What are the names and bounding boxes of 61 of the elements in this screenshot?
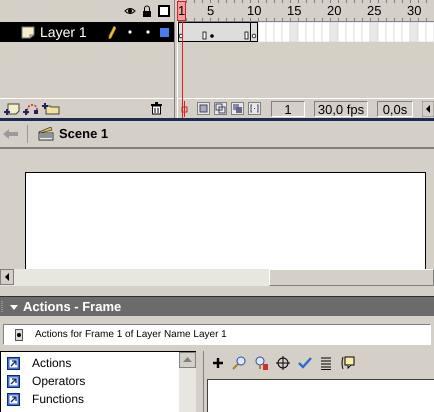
outline-color-icon[interactable] <box>160 28 169 36</box>
frame-number: 10 <box>247 3 262 18</box>
pencil-icon <box>108 26 116 38</box>
elapsed-time-field: 0,0s <box>377 100 413 116</box>
format-icon[interactable] <box>320 356 332 370</box>
target-icon[interactable] <box>276 356 290 370</box>
insert-folder-icon[interactable] <box>42 102 60 115</box>
book-icon <box>7 374 20 388</box>
category-label: Actions <box>32 355 72 372</box>
scroll-left-button[interactable] <box>422 100 434 116</box>
category-item[interactable]: Functions <box>7 390 179 408</box>
horizontal-scrollbar[interactable] <box>0 269 434 286</box>
scroll-up-button[interactable] <box>179 352 196 368</box>
edit-multiple-frames-icon[interactable] <box>231 102 244 115</box>
code-hint-icon[interactable] <box>340 356 355 370</box>
target-label: Actions for Frame 1 of Layer Name Layer 1 <box>35 328 227 342</box>
script-editor[interactable] <box>207 379 434 412</box>
layer-row[interactable]: Layer 1 <box>0 22 174 42</box>
frame-icon <box>15 328 23 340</box>
lock-icon[interactable] <box>142 5 152 17</box>
frame-number: 30 <box>407 3 422 18</box>
onion-skin-icon[interactable] <box>197 102 210 115</box>
frame-span-drawing[interactable] <box>178 22 258 42</box>
panel-header[interactable]: Actions - Frame <box>0 296 434 316</box>
add-guide-layer-icon[interactable] <box>23 102 39 115</box>
vertical-scrollbar[interactable] <box>179 352 196 412</box>
frame-ruler[interactable]: 1 5 10 15 20 25 30 <box>178 0 434 22</box>
scroll-left-button[interactable] <box>0 269 14 285</box>
category-item[interactable]: Operators <box>7 372 179 390</box>
onion-outlines-icon[interactable] <box>214 102 227 115</box>
frame-number: 15 <box>287 3 302 18</box>
check-icon[interactable] <box>298 357 312 369</box>
category-item[interactable]: Actions <box>7 354 179 372</box>
trash-icon[interactable] <box>151 102 162 115</box>
center-frame-icon[interactable] <box>180 100 189 116</box>
scrollbar-thumb[interactable] <box>269 269 434 286</box>
book-icon <box>7 392 20 406</box>
search-icon[interactable] <box>232 356 246 370</box>
frame-number: 20 <box>327 3 342 18</box>
category-label: Operators <box>32 373 86 390</box>
scene-name[interactable]: Scene 1 <box>59 124 108 144</box>
onion-markers-icon[interactable] <box>248 102 261 115</box>
scene-icon <box>38 127 54 141</box>
insert-layer-icon[interactable] <box>4 102 20 115</box>
layer-icon <box>21 26 35 38</box>
outline-icon[interactable] <box>158 5 170 17</box>
dot-icon[interactable] <box>146 30 150 34</box>
book-icon <box>7 356 20 370</box>
current-frame-field: 1 <box>271 100 305 116</box>
add-icon[interactable] <box>212 357 224 369</box>
category-label: Functions <box>32 391 84 408</box>
frame-rate-field: 30,0 fps <box>314 100 368 116</box>
grip-icon[interactable] <box>1 300 4 314</box>
panel-title: Actions - Frame <box>23 298 122 316</box>
replace-icon[interactable] <box>254 356 268 370</box>
layer-name: Layer 1 <box>40 22 88 42</box>
playhead[interactable]: 1 <box>177 1 186 21</box>
frame-number: 5 <box>207 3 214 18</box>
eye-icon[interactable] <box>124 6 136 16</box>
dot-icon[interactable] <box>128 30 132 34</box>
frame-number: 25 <box>367 3 382 18</box>
